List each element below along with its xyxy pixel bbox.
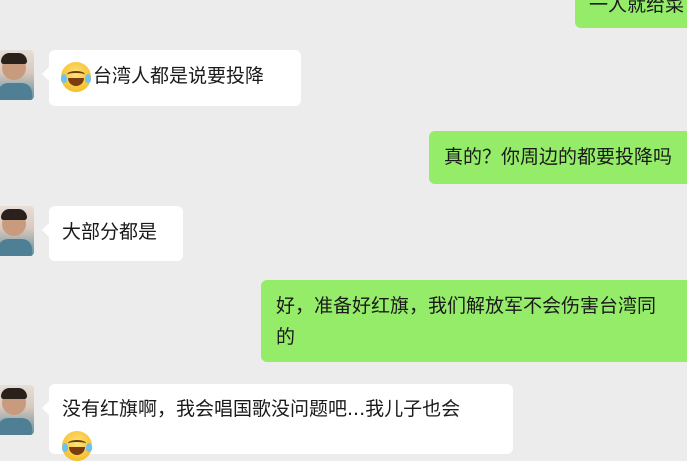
message-text: 真的？你周边的都要投降吗 xyxy=(444,146,673,168)
message-bubble-outgoing[interactable]: 真的？你周边的都要投降吗 xyxy=(429,131,687,184)
laughing-tears-icon xyxy=(61,61,91,92)
message-text: 大部分都是 xyxy=(62,221,158,243)
message-bubble-incoming[interactable]: 台湾人都是说要投降 xyxy=(42,50,301,106)
message-bubble-outgoing[interactable]: 好，准备好红旗，我们解放军不会伤害台湾同 的 xyxy=(261,280,687,362)
message-text: 一人就给菜 xyxy=(589,0,685,16)
message-text-line: 好，准备好红旗，我们解放军不会伤害台湾同 xyxy=(276,295,657,317)
chat-conversation: 一人就给菜 台湾人都是说要投降 真的？你周边的都要投降吗 大部分都是 好，准备好… xyxy=(0,0,687,461)
message-bubble-outgoing[interactable]: 一人就给菜 xyxy=(575,0,687,28)
laughing-tears-icon xyxy=(62,431,92,461)
message-text: 台湾人都是说要投降 xyxy=(93,65,265,87)
message-bubble-incoming[interactable]: 大部分都是 xyxy=(42,206,183,261)
message-bubble-incoming[interactable]: 没有红旗啊，我会唱国歌没问题吧...我儿子也会 xyxy=(42,384,513,461)
contact-avatar[interactable] xyxy=(0,206,34,256)
contact-avatar[interactable] xyxy=(0,50,34,100)
message-text-line: 的 xyxy=(276,326,296,348)
message-text: 没有红旗啊，我会唱国歌没问题吧...我儿子也会 xyxy=(62,398,461,420)
contact-avatar[interactable] xyxy=(0,385,34,435)
